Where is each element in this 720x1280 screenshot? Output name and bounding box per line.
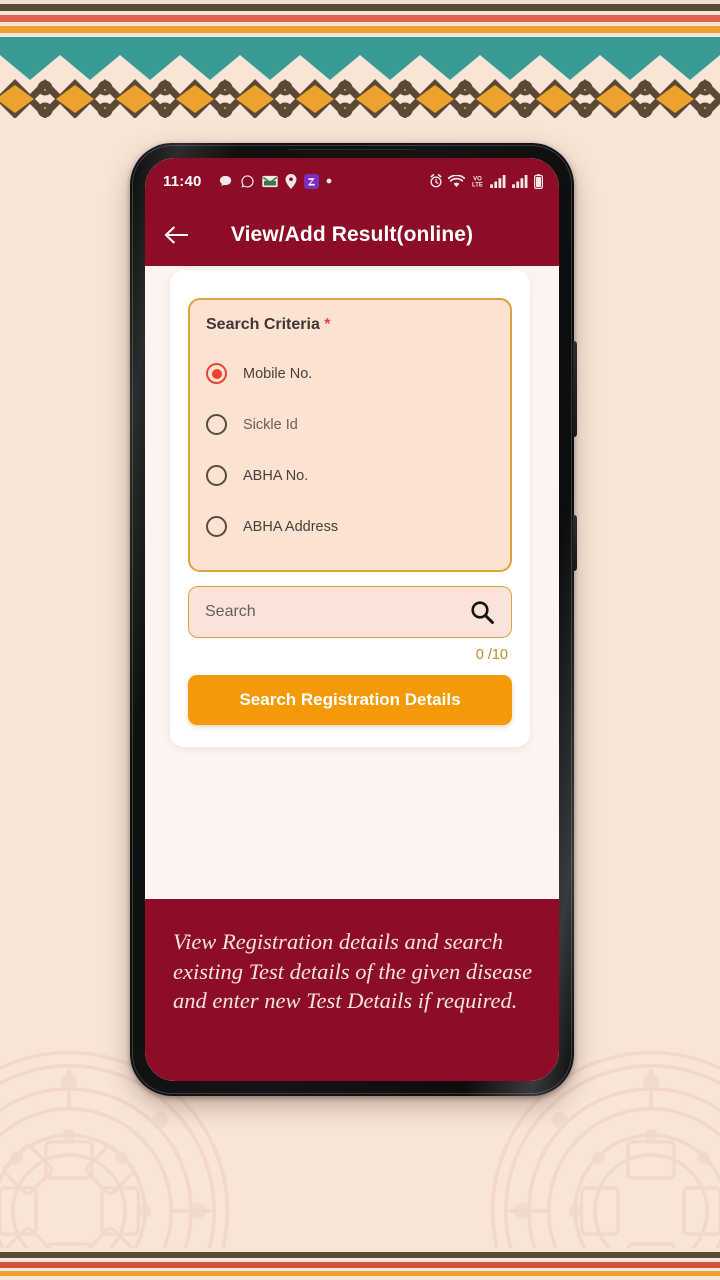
search-registration-details-button[interactable]: Search Registration Details bbox=[188, 675, 512, 725]
zomato-z-icon bbox=[304, 174, 319, 189]
signal-bars-2-icon bbox=[512, 175, 529, 188]
volume-button[interactable] bbox=[573, 341, 577, 437]
status-bar-left: 11:40 bbox=[163, 173, 429, 190]
radio-option-sickle-id[interactable]: Sickle Id bbox=[206, 399, 494, 450]
back-button[interactable] bbox=[159, 218, 193, 252]
search-input[interactable] bbox=[205, 603, 467, 621]
radio-button-abha-address[interactable] bbox=[206, 516, 227, 537]
radio-label-mobile-no: Mobile No. bbox=[243, 366, 312, 382]
dot-icon bbox=[326, 178, 332, 184]
svg-text:VO: VO bbox=[473, 176, 482, 182]
page-title: View/Add Result(online) bbox=[145, 223, 559, 247]
earpiece-speaker bbox=[288, 149, 416, 154]
caption-panel: View Registration details and search exi… bbox=[145, 899, 559, 1081]
location-pin-icon bbox=[285, 174, 297, 189]
decorative-border-bottom bbox=[0, 1248, 720, 1280]
phone-mockup: 11:40 bbox=[130, 143, 574, 1096]
search-criteria-label: Search Criteria * bbox=[206, 316, 494, 334]
content-area: Search Criteria * Mobile No. Sickle Id bbox=[145, 266, 559, 899]
character-counter: 0 /10 bbox=[188, 647, 512, 663]
whatsapp-icon bbox=[240, 174, 255, 189]
app-bar: View/Add Result(online) bbox=[145, 204, 559, 266]
volte-icon: VO LTE bbox=[470, 174, 485, 188]
required-asterisk: * bbox=[324, 316, 330, 333]
search-form-card: Search Criteria * Mobile No. Sickle Id bbox=[170, 270, 530, 747]
radio-button-abha-no[interactable] bbox=[206, 465, 227, 486]
radio-label-sickle-id: Sickle Id bbox=[243, 417, 298, 433]
alarm-icon bbox=[429, 174, 443, 188]
search-criteria-text: Search Criteria bbox=[206, 316, 320, 333]
radio-option-abha-address[interactable]: ABHA Address bbox=[206, 501, 494, 552]
radio-button-sickle-id[interactable] bbox=[206, 414, 227, 435]
svg-text:LTE: LTE bbox=[472, 182, 483, 188]
app-root: 11:40 bbox=[145, 158, 559, 1081]
magnifier-icon bbox=[469, 599, 495, 625]
radio-option-abha-no[interactable]: ABHA No. bbox=[206, 450, 494, 501]
radio-label-abha-no: ABHA No. bbox=[243, 468, 308, 484]
power-button[interactable] bbox=[573, 515, 577, 571]
status-bar: 11:40 bbox=[145, 158, 559, 204]
chat-bubble-icon bbox=[218, 174, 233, 189]
arrow-left-icon bbox=[164, 225, 188, 245]
caption-text: View Registration details and search exi… bbox=[173, 927, 533, 1016]
phone-screen: 11:40 bbox=[145, 158, 559, 1081]
decorative-border-top bbox=[0, 0, 720, 118]
status-time: 11:40 bbox=[163, 173, 202, 190]
page-background: 11:40 bbox=[0, 0, 720, 1280]
radio-button-mobile-no[interactable] bbox=[206, 363, 227, 384]
mail-icon bbox=[262, 175, 278, 188]
search-field-wrapper[interactable] bbox=[188, 586, 512, 638]
search-criteria-group: Search Criteria * Mobile No. Sickle Id bbox=[188, 298, 512, 572]
wifi-icon bbox=[448, 175, 465, 188]
signal-bars-icon bbox=[490, 175, 507, 188]
search-submit-icon-button[interactable] bbox=[467, 597, 497, 627]
battery-icon bbox=[534, 174, 543, 189]
status-bar-right: VO LTE bbox=[429, 174, 543, 189]
radio-label-abha-address: ABHA Address bbox=[243, 519, 338, 535]
radio-option-mobile-no[interactable]: Mobile No. bbox=[206, 348, 494, 399]
